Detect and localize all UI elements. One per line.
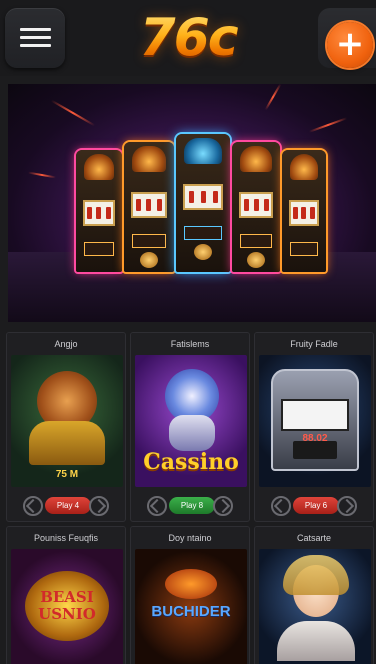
machine-top [84,154,114,180]
prev-icon[interactable] [271,496,291,516]
thumb-caption: 88.02 [302,433,328,444]
card-footer: Play 8 [131,489,249,521]
hero-banner[interactable] [8,84,376,322]
card-footer: Play 4 [7,489,125,521]
reels [131,192,167,218]
app-root: 76c + Angjo 75 M Play 4 Fatislems Cassin… [0,0,376,664]
light-streak [308,117,348,133]
machine-top [240,146,272,172]
reels [239,192,273,218]
play-button[interactable]: Play 6 [293,497,339,514]
reels [83,200,115,226]
game-thumbnail[interactable]: 88.02 [259,355,371,487]
game-title: Doy ntaino [131,527,249,549]
play-button[interactable]: Play 8 [169,497,215,514]
game-card[interactable]: Doy ntaino BUCHIDER [130,526,250,664]
game-title: Fruity Fadle [255,333,373,355]
character-body [169,415,215,451]
slot-machine [124,142,174,272]
slot-machine [282,150,326,272]
character-body [29,421,105,465]
next-icon[interactable] [213,496,233,516]
game-title: Fatislems [131,333,249,355]
machine-panel [84,242,114,256]
thumb-caption: 75 M [55,469,79,480]
game-title: Catsarte [255,527,373,549]
add-button-frame: + [318,8,376,68]
game-card[interactable]: Pouniss Feuqfis BEASI USNIO [6,526,126,664]
thumb-caption: BEASI USNIO [38,588,96,623]
game-title: Pouniss Feuqfis [7,527,125,549]
game-thumbnail[interactable]: Cassino [135,355,247,487]
card-footer: Play 6 [255,489,373,521]
fruit-pile [165,569,217,599]
game-card[interactable]: Angjo 75 M Play 4 [6,332,126,522]
light-streak [28,171,56,179]
play-button[interactable]: Play 4 [45,497,91,514]
game-grid: Angjo 75 M Play 4 Fatislems Cassino Play… [0,326,376,664]
game-card[interactable]: Catsarte [254,526,374,664]
slot-machine [232,142,280,272]
plus-icon[interactable]: + [327,22,373,68]
light-streak [50,99,96,127]
slot-machine [176,134,230,272]
game-card[interactable]: Fatislems Cassino Play 8 [130,332,250,522]
game-thumbnail[interactable] [259,549,371,664]
reels [183,184,223,210]
hair [283,555,349,595]
dress [277,621,355,661]
next-icon[interactable] [337,496,357,516]
machine-panel [290,242,318,256]
prev-icon[interactable] [147,496,167,516]
game-thumbnail[interactable]: BEASI USNIO [11,549,123,664]
slot-machines-illustration [70,132,326,272]
thumb-caption: BUCHIDER [151,603,231,620]
machine-button [140,252,158,268]
machine-top [290,154,318,180]
machine-panel [184,226,222,240]
game-title: Angjo [7,333,125,355]
game-card[interactable]: Fruity Fadle 88.02 Play 6 [254,332,374,522]
slot-machine [76,150,122,272]
machine-panel [240,234,272,248]
thumb-caption: Cassino [143,449,239,475]
next-icon[interactable] [89,496,109,516]
reels [281,399,349,431]
game-thumbnail[interactable]: BUCHIDER [135,549,247,664]
machine-button [194,244,212,260]
machine-button [247,252,265,268]
machine-top [184,138,222,164]
game-thumbnail[interactable]: 75 M [11,355,123,487]
machine-panel [132,234,166,248]
top-header: 76c + [0,0,376,76]
reels [289,200,319,226]
machine-top [132,146,166,172]
slot-machine-image [271,369,359,471]
light-streak [264,84,282,111]
prev-icon[interactable] [23,496,43,516]
